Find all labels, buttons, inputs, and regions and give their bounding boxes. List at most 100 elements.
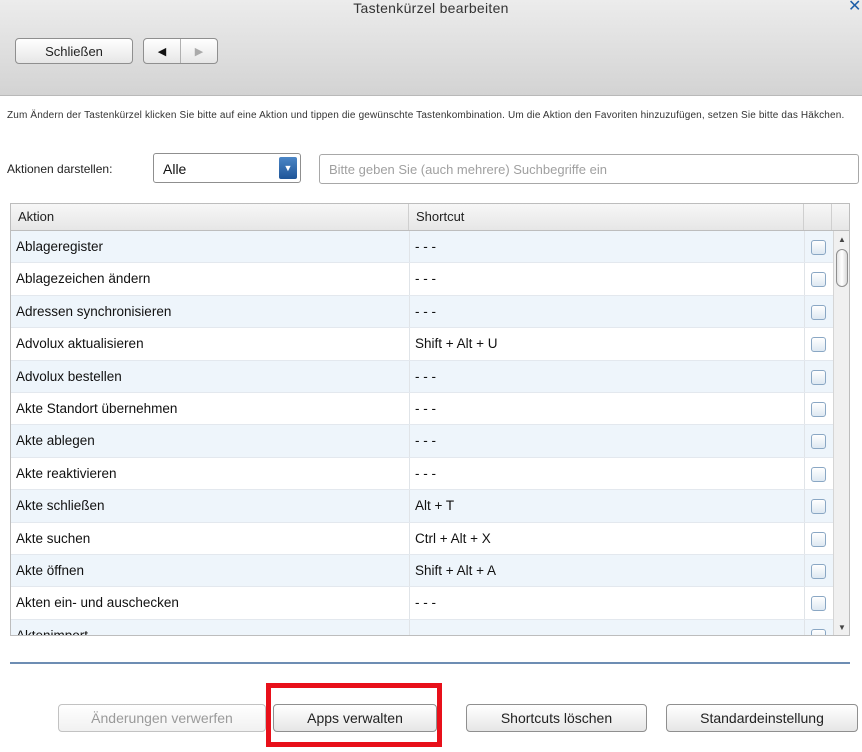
action-cell: Akte suchen bbox=[16, 530, 91, 546]
shortcut-cell[interactable]: Alt + T bbox=[415, 490, 454, 522]
table-row[interactable]: Ablageregister - - - bbox=[11, 231, 833, 264]
filter-label: Aktionen darstellen: bbox=[7, 162, 113, 176]
column-divider bbox=[804, 425, 805, 457]
column-divider bbox=[409, 490, 410, 522]
shortcut-cell[interactable]: - - - bbox=[415, 458, 436, 490]
default-settings-button[interactable]: Standardeinstellung bbox=[666, 704, 858, 732]
column-divider bbox=[804, 457, 805, 490]
column-divider bbox=[409, 457, 410, 490]
favorite-checkbox[interactable] bbox=[811, 499, 826, 515]
shortcut-cell[interactable]: - - - bbox=[415, 425, 436, 457]
favorite-checkbox[interactable] bbox=[811, 272, 826, 288]
title-bar: Tastenkürzel bearbeiten ✕ Schließen ◀ ▶ bbox=[0, 0, 862, 96]
divider bbox=[10, 662, 850, 664]
table-body: Ablageregister - - - Ablagezeichen ändern -… bbox=[11, 231, 833, 635]
table-row[interactable]: Akte reaktivieren - - - bbox=[11, 457, 833, 491]
shortcuts-table: Aktion Shortcut Ablageregister - - - Ablag… bbox=[10, 203, 850, 636]
table-row[interactable]: Akte öffnen Shift + Alt + A bbox=[11, 554, 833, 588]
column-header-shortcut[interactable]: Shortcut bbox=[409, 204, 804, 230]
action-cell: Akte ablegen bbox=[16, 433, 95, 449]
column-divider bbox=[409, 392, 410, 425]
table-row[interactable]: Akte suchen Ctrl + Alt + X bbox=[11, 522, 833, 555]
favorite-checkbox[interactable] bbox=[811, 304, 826, 320]
favorite-checkbox[interactable] bbox=[811, 240, 826, 255]
shortcut-cell[interactable]: - - - bbox=[415, 361, 436, 393]
column-divider bbox=[804, 554, 805, 587]
navigation-buttons: ◀ ▶ bbox=[143, 38, 218, 64]
column-divider bbox=[409, 425, 410, 457]
column-divider bbox=[804, 619, 805, 635]
shortcut-cell[interactable]: - - - bbox=[415, 231, 436, 263]
column-divider bbox=[804, 295, 805, 328]
close-button[interactable]: Schließen bbox=[15, 38, 133, 64]
action-cell: Ablageregister bbox=[16, 239, 104, 254]
action-cell: Ablagezeichen ändern bbox=[16, 271, 151, 287]
favorite-checkbox[interactable] bbox=[811, 466, 826, 482]
column-divider bbox=[804, 263, 805, 295]
vertical-scrollbar[interactable]: ▲ ▼ bbox=[833, 231, 849, 635]
column-divider bbox=[804, 490, 805, 522]
column-divider bbox=[804, 328, 805, 360]
table-row[interactable]: Akte schließen Alt + T bbox=[11, 490, 833, 523]
shortcut-cell[interactable]: Ctrl + Alt + X bbox=[415, 523, 491, 555]
table-row[interactable]: Advolux aktualisieren Shift + Alt + U bbox=[11, 328, 833, 361]
scroll-up-icon[interactable]: ▲ bbox=[834, 231, 849, 247]
column-divider bbox=[409, 263, 410, 295]
shortcut-cell[interactable]: - - - bbox=[415, 296, 436, 328]
shortcut-cell[interactable]: Shift + Alt + A bbox=[415, 555, 496, 587]
chevron-down-icon[interactable]: ▼ bbox=[279, 157, 297, 179]
shortcut-cell[interactable]: - - - bbox=[415, 393, 436, 425]
table-row[interactable]: Adressen synchronisieren - - - bbox=[11, 295, 833, 329]
column-divider bbox=[409, 522, 410, 554]
close-icon[interactable]: ✕ bbox=[848, 0, 862, 16]
window-title: Tastenkürzel bearbeiten bbox=[353, 0, 509, 16]
scroll-down-icon[interactable]: ▼ bbox=[834, 619, 849, 635]
favorite-checkbox[interactable] bbox=[811, 596, 826, 612]
table-row[interactable]: Akte ablegen - - - bbox=[11, 425, 833, 458]
back-arrow-icon[interactable]: ◀ bbox=[144, 39, 181, 63]
column-divider bbox=[409, 554, 410, 587]
shortcut-cell[interactable]: - - - bbox=[415, 263, 436, 295]
action-cell: Akte Standort übernehmen bbox=[16, 400, 178, 416]
column-divider bbox=[409, 295, 410, 328]
shortcut-cell[interactable]: Shift + Alt + U bbox=[415, 328, 498, 360]
table-row[interactable]: Akte Standort übernehmen - - - bbox=[11, 392, 833, 426]
instructions-text: Zum Ändern der Tastenkürzel klicken Sie … bbox=[7, 110, 845, 121]
table-row[interactable]: Advolux bestellen - - - bbox=[11, 360, 833, 393]
action-cell: Advolux aktualisieren bbox=[16, 336, 144, 352]
clear-shortcuts-button[interactable]: Shortcuts löschen bbox=[466, 704, 647, 732]
manage-apps-button[interactable]: Apps verwalten bbox=[273, 704, 437, 732]
table-row[interactable]: Akten ein- und auschecken - - - bbox=[11, 587, 833, 620]
shortcut-cell[interactable]: - - - bbox=[415, 587, 436, 619]
column-header-favorite[interactable] bbox=[804, 204, 832, 230]
column-divider bbox=[409, 619, 410, 635]
favorite-checkbox[interactable] bbox=[811, 337, 826, 353]
table-row[interactable]: Aktenimport bbox=[11, 619, 833, 635]
action-filter-dropdown[interactable]: Alle ▼ bbox=[153, 153, 301, 183]
column-divider bbox=[409, 231, 410, 263]
column-divider bbox=[804, 392, 805, 425]
favorite-checkbox[interactable] bbox=[811, 401, 826, 417]
action-cell: Akte reaktivieren bbox=[16, 465, 117, 481]
table-row[interactable]: Ablagezeichen ändern - - - bbox=[11, 263, 833, 296]
column-divider bbox=[804, 587, 805, 619]
column-header-action[interactable]: Aktion bbox=[11, 204, 409, 230]
column-divider bbox=[409, 587, 410, 619]
column-divider bbox=[804, 360, 805, 392]
action-cell: Akte öffnen bbox=[16, 562, 85, 578]
favorite-checkbox[interactable] bbox=[811, 628, 826, 635]
action-cell: Adressen synchronisieren bbox=[16, 303, 172, 319]
favorite-checkbox[interactable] bbox=[811, 531, 826, 547]
column-divider bbox=[409, 360, 410, 392]
search-input[interactable] bbox=[319, 154, 859, 184]
favorite-checkbox[interactable] bbox=[811, 369, 826, 385]
action-cell: Aktenimport bbox=[16, 620, 88, 635]
action-cell: Akte schließen bbox=[16, 498, 105, 514]
column-divider bbox=[804, 231, 805, 263]
favorite-checkbox[interactable] bbox=[811, 434, 826, 450]
action-cell: Akten ein- und auschecken bbox=[16, 595, 179, 611]
forward-arrow-icon[interactable]: ▶ bbox=[181, 39, 217, 63]
discard-changes-button[interactable]: Änderungen verwerfen bbox=[58, 704, 266, 732]
favorite-checkbox[interactable] bbox=[811, 563, 826, 579]
scroll-thumb[interactable] bbox=[836, 249, 848, 287]
